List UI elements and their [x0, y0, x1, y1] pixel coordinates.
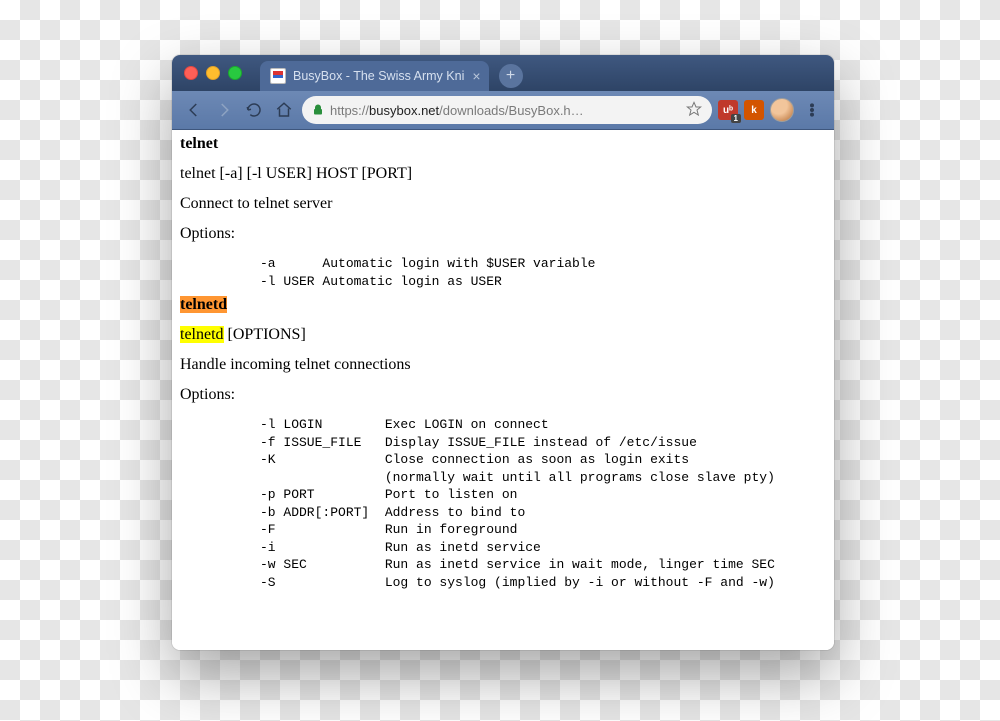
- section-telnetd-head: telnetd: [180, 296, 826, 314]
- address-bar[interactable]: https:// busybox.net /downloads/BusyBox.…: [302, 96, 712, 124]
- telnetd-options-block: -l LOGIN Exec LOGIN on connect -f ISSUE_…: [260, 416, 826, 591]
- browser-menu-button[interactable]: [800, 98, 824, 122]
- ublock-extension-icon[interactable]: uᵇ: [718, 100, 738, 120]
- tab-favicon: [270, 68, 286, 84]
- page-content: telnet telnet [-a] [-l USER] HOST [PORT]…: [172, 130, 834, 650]
- extension-k-icon[interactable]: k: [744, 100, 764, 120]
- telnetd-desc: Handle incoming telnet connections: [180, 356, 826, 374]
- telnet-options-block: -a Automatic login with $USER variable -…: [260, 255, 826, 290]
- forward-button[interactable]: [212, 98, 236, 122]
- reload-button[interactable]: [242, 98, 266, 122]
- telnet-usage: telnet [-a] [-l USER] HOST [PORT]: [180, 165, 826, 183]
- profile-avatar[interactable]: [770, 98, 794, 122]
- tab-title: BusyBox - The Swiss Army Kni: [293, 69, 464, 83]
- url-path: /downloads/BusyBox.h…: [439, 103, 584, 118]
- telnetd-head-highlight: telnetd: [180, 296, 227, 313]
- section-telnet-head: telnet: [180, 135, 826, 153]
- browser-tab[interactable]: BusyBox - The Swiss Army Kni ×: [260, 61, 489, 91]
- url-host: busybox.net: [369, 103, 439, 118]
- tab-strip: BusyBox - The Swiss Army Kni × +: [172, 55, 834, 91]
- telnetd-usage-highlight: telnetd: [180, 326, 224, 343]
- bookmark-star-icon[interactable]: [686, 101, 702, 120]
- lock-icon: [312, 104, 324, 116]
- close-window-button[interactable]: [184, 66, 198, 80]
- new-tab-button[interactable]: +: [499, 64, 523, 88]
- telnetd-options-label: Options:: [180, 386, 826, 404]
- telnetd-usage-rest: [OPTIONS]: [224, 326, 306, 343]
- telnetd-usage: telnetd [OPTIONS]: [180, 326, 826, 344]
- telnet-options-label: Options:: [180, 225, 826, 243]
- browser-window: BusyBox - The Swiss Army Kni × + https:/…: [172, 55, 834, 650]
- telnet-desc: Connect to telnet server: [180, 195, 826, 213]
- minimize-window-button[interactable]: [206, 66, 220, 80]
- zoom-window-button[interactable]: [228, 66, 242, 80]
- url-scheme: https://: [330, 103, 369, 118]
- toolbar: https:// busybox.net /downloads/BusyBox.…: [172, 91, 834, 130]
- home-button[interactable]: [272, 98, 296, 122]
- tab-close-button[interactable]: ×: [472, 69, 480, 83]
- window-controls: [184, 66, 242, 80]
- back-button[interactable]: [182, 98, 206, 122]
